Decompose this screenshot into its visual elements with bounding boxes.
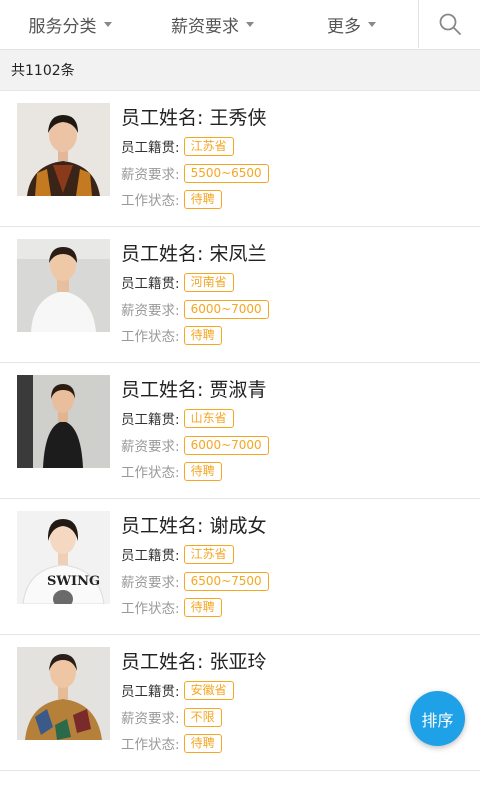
filter-label: 薪资要求	[171, 16, 239, 37]
origin-label: 员工籍贯:	[121, 276, 180, 292]
origin-label: 员工籍贯:	[121, 412, 180, 428]
filter-salary[interactable]: 薪资要求	[140, 0, 285, 48]
status-tag: 待聘	[183, 597, 222, 617]
chevron-down-icon	[368, 21, 376, 27]
employee-card[interactable]: SWING 员工姓名: 谢成女 员工籍贯: 江苏省 薪资要求: 6500~750…	[0, 499, 480, 635]
origin-label: 员工籍贯:	[121, 140, 180, 156]
status-row: 工作状态: 待聘	[121, 189, 222, 209]
status-label: 工作状态:	[121, 737, 180, 753]
status-label: 工作状态:	[121, 601, 180, 617]
employee-name: 员工姓名: 谢成女	[121, 515, 267, 537]
origin-row: 员工籍贯: 山东省	[121, 408, 234, 428]
origin-row: 员工籍贯: 河南省	[121, 272, 234, 292]
status-tag: 待聘	[183, 189, 222, 209]
search-button[interactable]	[418, 0, 480, 48]
employee-photo: SWING	[17, 511, 110, 604]
origin-tag: 山东省	[183, 408, 234, 428]
origin-row: 员工籍贯: 江苏省	[121, 136, 234, 156]
filter-bar: 服务分类 薪资要求 更多	[0, 0, 480, 50]
origin-label: 员工籍贯:	[121, 684, 180, 700]
status-row: 工作状态: 待聘	[121, 461, 222, 481]
employee-name: 员工姓名: 王秀侠	[121, 107, 267, 129]
result-count: 共1102条	[11, 63, 75, 79]
status-tag: 待聘	[183, 461, 222, 481]
filter-label: 更多	[327, 16, 361, 37]
employee-card[interactable]: 员工姓名: 贾淑青 员工籍贯: 山东省 薪资要求: 6000~7000 工作状态…	[0, 363, 480, 499]
employee-card[interactable]: 员工姓名: 张亚玲 员工籍贯: 安徽省 薪资要求: 不限 工作状态: 待聘	[0, 635, 480, 771]
salary-tag: 6000~7000	[183, 299, 269, 319]
employee-photo	[17, 647, 110, 740]
status-label: 工作状态:	[121, 193, 180, 209]
salary-tag: 不限	[183, 707, 222, 727]
employee-photo	[17, 375, 110, 468]
sort-button[interactable]: 排序	[410, 691, 465, 746]
origin-tag: 河南省	[183, 272, 234, 292]
salary-row: 薪资要求: 6000~7000	[121, 435, 269, 455]
origin-row: 员工籍贯: 安徽省	[121, 680, 234, 700]
employee-photo	[17, 103, 110, 196]
status-row: 工作状态: 待聘	[121, 733, 222, 753]
employee-name: 员工姓名: 宋凤兰	[121, 243, 267, 265]
status-row: 工作状态: 待聘	[121, 597, 222, 617]
employee-photo	[17, 239, 110, 332]
employee-list: 员工姓名: 王秀侠 员工籍贯: 江苏省 薪资要求: 5500~6500 工作状态…	[0, 91, 480, 771]
filter-more[interactable]: 更多	[285, 0, 418, 48]
chevron-down-icon	[246, 21, 254, 27]
search-icon	[439, 13, 461, 35]
salary-label: 薪资要求:	[121, 575, 180, 591]
origin-tag: 江苏省	[183, 136, 234, 156]
filter-label: 服务分类	[28, 16, 97, 37]
employee-card[interactable]: 员工姓名: 宋凤兰 员工籍贯: 河南省 薪资要求: 6000~7000 工作状态…	[0, 227, 480, 363]
salary-label: 薪资要求:	[121, 167, 180, 183]
sort-button-label: 排序	[421, 710, 454, 730]
salary-label: 薪资要求:	[121, 711, 180, 727]
result-count-bar: 共1102条	[0, 50, 480, 91]
salary-row: 薪资要求: 5500~6500	[121, 163, 269, 183]
status-tag: 待聘	[183, 325, 222, 345]
shirt-text: SWING	[47, 574, 100, 589]
status-tag: 待聘	[183, 733, 222, 753]
filter-service-category[interactable]: 服务分类	[0, 0, 140, 48]
salary-tag: 6500~7500	[183, 571, 269, 591]
salary-label: 薪资要求:	[121, 303, 180, 319]
origin-tag: 安徽省	[183, 680, 234, 700]
origin-row: 员工籍贯: 江苏省	[121, 544, 234, 564]
salary-tag: 6000~7000	[183, 435, 269, 455]
salary-row: 薪资要求: 不限	[121, 707, 222, 727]
chevron-down-icon	[103, 21, 112, 27]
employee-card[interactable]: 员工姓名: 王秀侠 员工籍贯: 江苏省 薪资要求: 5500~6500 工作状态…	[0, 91, 480, 227]
status-label: 工作状态:	[121, 329, 180, 345]
origin-tag: 江苏省	[183, 544, 234, 564]
salary-row: 薪资要求: 6500~7500	[121, 571, 269, 591]
salary-row: 薪资要求: 6000~7000	[121, 299, 269, 319]
employee-name: 员工姓名: 张亚玲	[121, 651, 267, 673]
status-row: 工作状态: 待聘	[121, 325, 222, 345]
employee-name: 员工姓名: 贾淑青	[121, 379, 267, 401]
salary-tag: 5500~6500	[183, 163, 269, 183]
salary-label: 薪资要求:	[121, 439, 180, 455]
status-label: 工作状态:	[121, 465, 180, 481]
origin-label: 员工籍贯:	[121, 548, 180, 564]
